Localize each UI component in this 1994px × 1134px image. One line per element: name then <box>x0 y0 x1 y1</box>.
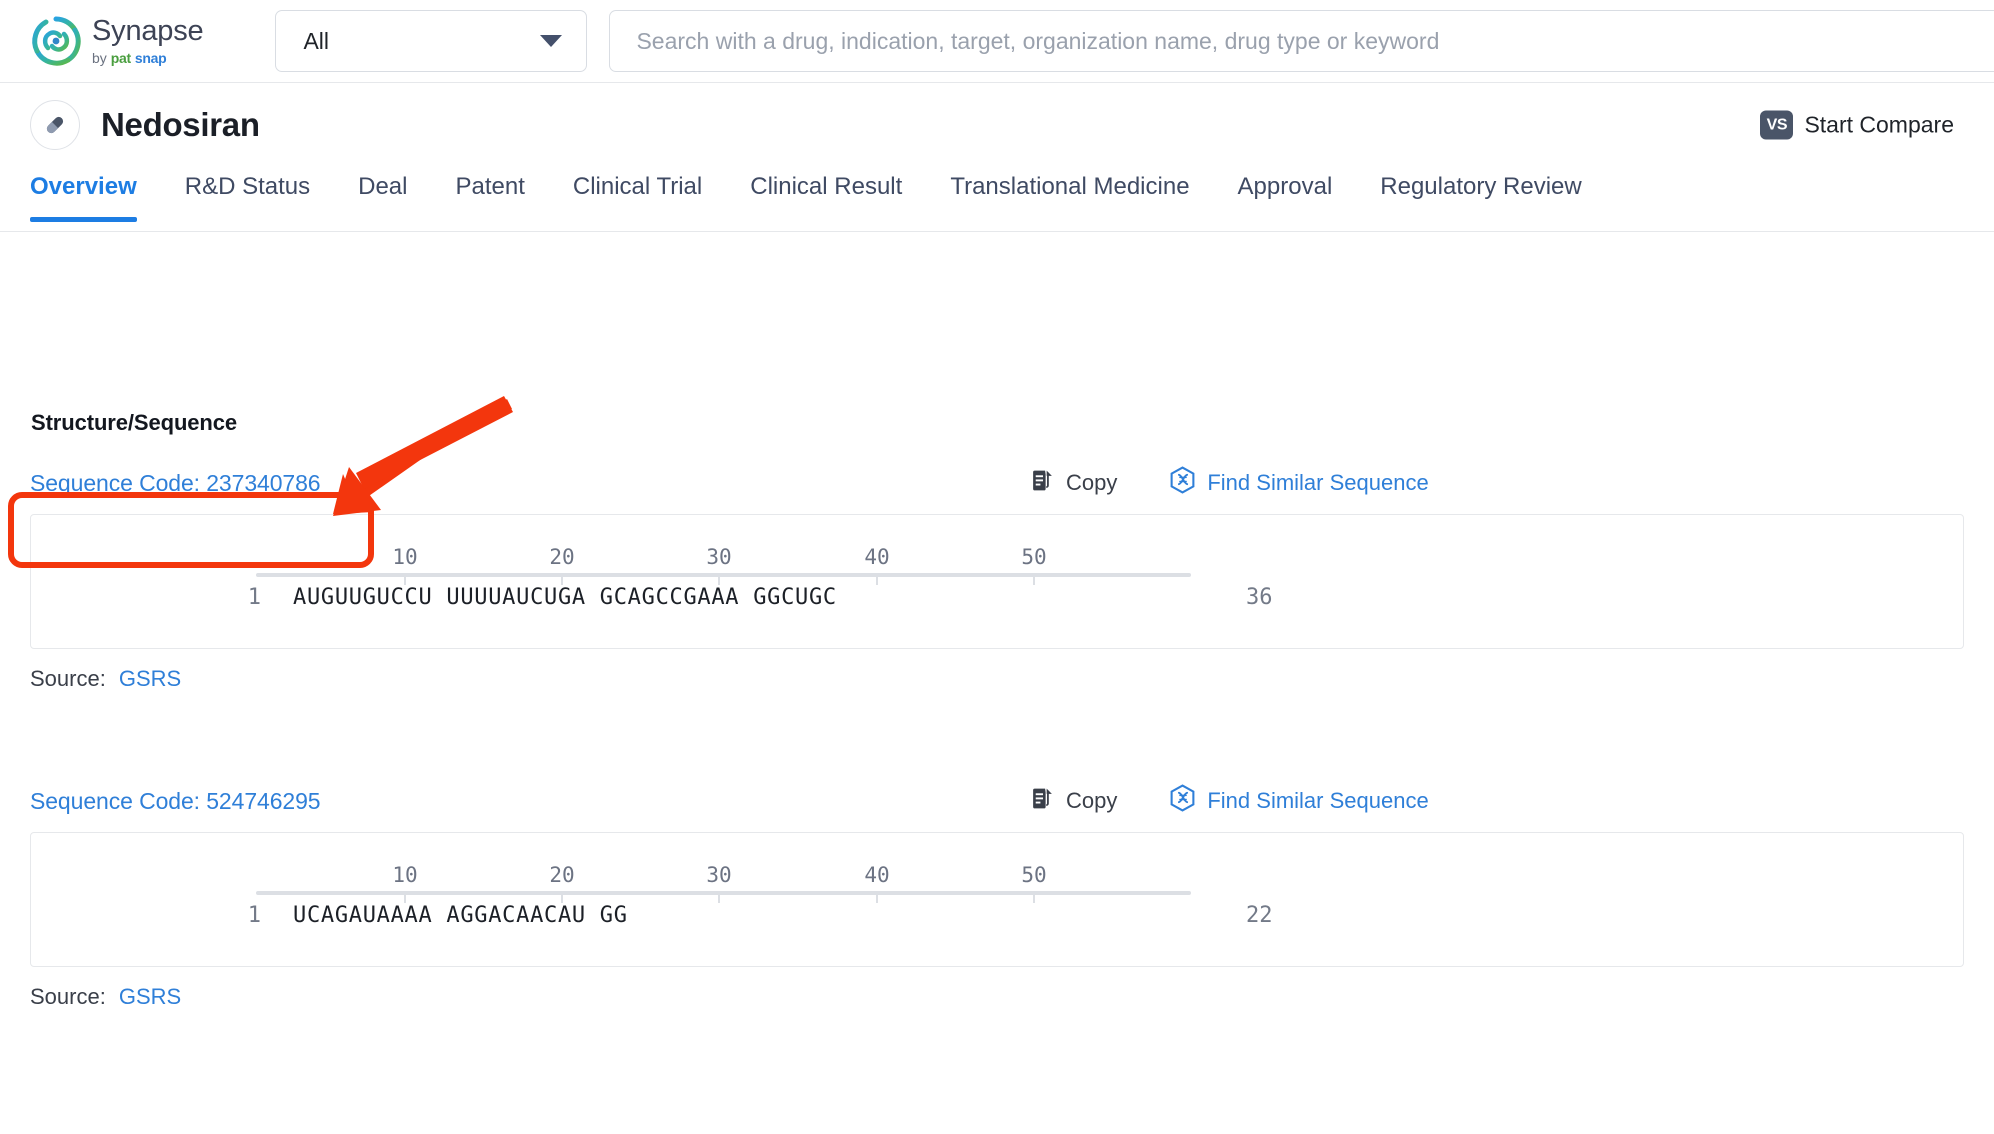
ruler-tick <box>1033 573 1035 585</box>
start-compare-button[interactable]: VS Start Compare <box>1760 111 1954 140</box>
ruler-tick <box>718 573 720 585</box>
ruler-tick <box>561 891 563 903</box>
search-input[interactable] <box>636 28 1994 55</box>
ruler-tick <box>561 573 563 585</box>
ruler-tick <box>1033 891 1035 903</box>
logo-wordmark: Synapse <box>92 17 203 46</box>
search-scope-value: All <box>303 28 329 55</box>
ruler-label: 30 <box>706 863 731 887</box>
sequence-block: Sequence Code: 237340786 Copy <box>30 460 1964 692</box>
find-similar-sequence-button[interactable]: Find Similar Sequence <box>1169 466 1428 500</box>
ruler-label: 10 <box>392 863 417 887</box>
tab-label: Clinical Trial <box>573 173 702 200</box>
ruler-tick <box>404 573 406 585</box>
ruler-tick <box>876 573 878 585</box>
ruler-bar <box>256 573 1191 577</box>
ruler-label: 10 <box>392 545 417 569</box>
tab-clinical-result[interactable]: Clinical Result <box>726 167 926 201</box>
source-label: Source: <box>30 666 106 692</box>
tab-translational-medicine[interactable]: Translational Medicine <box>926 167 1213 201</box>
ruler-tick <box>718 891 720 903</box>
tab-label: Overview <box>30 173 137 200</box>
tab-label: Patent <box>455 173 524 200</box>
sequence-start-index: 1 <box>221 903 261 928</box>
logo-brand-snap: snap <box>135 51 166 65</box>
find-similar-sequence-button[interactable]: Find Similar Sequence <box>1169 784 1428 818</box>
sequence-end-index: 36 <box>1246 585 1273 610</box>
copy-icon <box>1030 786 1055 816</box>
copy-label: Copy <box>1066 470 1117 496</box>
pill-capsule-icon <box>30 100 80 150</box>
find-similar-sequence-label: Find Similar Sequence <box>1207 788 1428 814</box>
tab-overview[interactable]: Overview <box>30 167 161 201</box>
chevron-down-icon <box>540 35 562 47</box>
ruler-label: 20 <box>549 545 574 569</box>
ruler-label: 40 <box>864 545 889 569</box>
tab-label: Regulatory Review <box>1380 173 1581 200</box>
tab-rd-status[interactable]: R&D Status <box>161 167 334 201</box>
sequence-end-index: 22 <box>1246 903 1273 928</box>
dna-hexagon-icon <box>1169 466 1196 500</box>
sequence-letters: UCAGAUAAAA AGGACAACAU GG <box>293 903 628 928</box>
copy-label: Copy <box>1066 788 1117 814</box>
sequence-actions: Copy Find Similar Sequence <box>1030 784 1429 818</box>
copy-button[interactable]: Copy <box>1030 468 1117 498</box>
top-bar: Synapse by patsnap All <box>0 0 1994 83</box>
logo-by-text: by <box>92 51 107 65</box>
find-similar-sequence-label: Find Similar Sequence <box>1207 470 1428 496</box>
synapse-swirl-logo-icon <box>30 15 82 67</box>
tab-label: R&D Status <box>185 173 310 200</box>
tab-approval[interactable]: Approval <box>1214 167 1357 201</box>
vs-badge-icon: VS <box>1760 111 1793 140</box>
sequence-block: Sequence Code: 524746295 Copy <box>30 778 1964 1010</box>
ruler-label: 50 <box>1021 545 1046 569</box>
ruler-label: 40 <box>864 863 889 887</box>
tab-label: Clinical Result <box>750 173 902 200</box>
source-link[interactable]: GSRS <box>119 984 181 1010</box>
ruler-bar <box>256 891 1191 895</box>
ruler-label: 20 <box>549 863 574 887</box>
copy-icon <box>1030 468 1055 498</box>
search-scope-select[interactable]: All <box>275 10 587 72</box>
page-title: Nedosiran <box>101 106 260 144</box>
dna-hexagon-icon <box>1169 784 1196 818</box>
source-link[interactable]: GSRS <box>119 666 181 692</box>
tab-label: Deal <box>358 173 407 200</box>
sequence-header: Sequence Code: 237340786 Copy <box>30 460 1964 506</box>
tab-regulatory-review[interactable]: Regulatory Review <box>1356 167 1605 201</box>
tab-label: Approval <box>1238 173 1333 200</box>
app-logo[interactable]: Synapse by patsnap <box>30 15 203 67</box>
global-search-field[interactable] <box>609 10 1994 72</box>
ruler-tick <box>404 891 406 903</box>
sequence-code-link[interactable]: Sequence Code: 524746295 <box>30 788 320 815</box>
tab-label: Translational Medicine <box>950 173 1189 200</box>
section-tabs: Overview R&D Status Deal Patent Clinical… <box>0 167 1994 232</box>
sequence-panel: 10 20 30 40 50 1 AUGUUGUCCU UUUUAUCUGA G… <box>30 514 1964 649</box>
tab-clinical-trial[interactable]: Clinical Trial <box>549 167 726 201</box>
sequence-letters: AUGUUGUCCU UUUUAUCUGA GCAGCCGAAA GGCUGC <box>293 585 837 610</box>
sequence-actions: Copy Find Similar Sequence <box>1030 466 1429 500</box>
sequence-header: Sequence Code: 524746295 Copy <box>30 778 1964 824</box>
copy-button[interactable]: Copy <box>1030 786 1117 816</box>
logo-brand-pat: pat <box>111 51 131 65</box>
sequence-ruler: 10 20 30 40 50 <box>256 863 1191 899</box>
ruler-label: 50 <box>1021 863 1046 887</box>
sequence-code-link[interactable]: Sequence Code: 237340786 <box>30 470 320 497</box>
sequence-panel: 10 20 30 40 50 1 UCAGAUAAAA AGGACAACAU G… <box>30 832 1964 967</box>
tab-deal[interactable]: Deal <box>334 167 431 201</box>
ruler-label: 30 <box>706 545 731 569</box>
ruler-tick <box>876 891 878 903</box>
drug-header: Nedosiran VS Start Compare <box>0 83 1994 167</box>
sequence-start-index: 1 <box>221 585 261 610</box>
source-line: Source: GSRS <box>30 984 1964 1010</box>
source-line: Source: GSRS <box>30 666 1964 692</box>
sequence-ruler: 10 20 30 40 50 <box>256 545 1191 581</box>
structure-sequence-heading: Structure/Sequence <box>31 410 1964 436</box>
source-label: Source: <box>30 984 106 1010</box>
tab-patent[interactable]: Patent <box>431 167 548 201</box>
overview-content: Structure/Sequence Sequence Code: 237340… <box>0 410 1994 1010</box>
start-compare-label: Start Compare <box>1804 112 1954 139</box>
